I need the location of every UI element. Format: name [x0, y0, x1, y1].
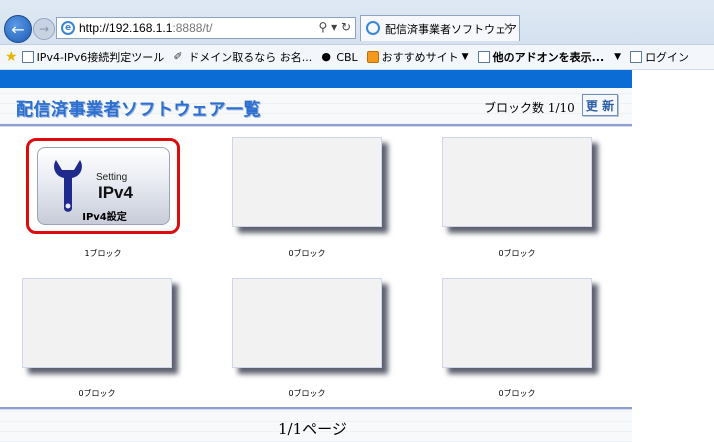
ie-icon: e: [61, 21, 75, 35]
favorites-star-icon[interactable]: ★: [5, 49, 18, 65]
pager: 1/1ページ: [0, 410, 632, 442]
tab-title: 配信済事業者ソフトウェア: [385, 23, 517, 36]
tile-label-1: 1ブロック: [84, 249, 122, 258]
top-accent-band: [0, 70, 632, 88]
page-content: 配信済事業者ソフトウェア一覧 ブロック数 1/10 更 新 Setting IP…: [0, 70, 714, 442]
empty-tile-3[interactable]: [442, 137, 592, 227]
chevron-down-icon: ▼: [614, 52, 622, 62]
tile-label-6: 0ブロック: [498, 389, 536, 398]
app-ipv4-text: IPv4: [98, 183, 133, 202]
url-text: http://192.168.1.1:8888/t/: [79, 21, 213, 35]
page-header: 配信済事業者ソフトウェア一覧 ブロック数 1/10 更 新: [0, 88, 632, 124]
header-divider: [0, 124, 632, 127]
search-refresh-controls[interactable]: ⚲ ▾ ↻: [318, 20, 351, 34]
wrench-icon: [54, 160, 82, 212]
document-icon: [630, 51, 643, 63]
app-setting-text: Setting: [96, 172, 128, 183]
cbl-icon: ●: [321, 50, 331, 63]
empty-tile-4[interactable]: [22, 278, 172, 368]
tile-label-2: 0ブロック: [288, 249, 326, 258]
favorite-ipv4-ipv6-tool[interactable]: IPv4-IPv6接続判定ツール: [21, 49, 164, 65]
tile-label-5: 0ブロック: [288, 389, 326, 398]
search-icon: ⚲: [318, 20, 328, 34]
orange-icon: [366, 51, 379, 63]
browser-chrome: ← → e http://192.168.1.1:8888/t/ ⚲ ▾ ↻ 配…: [0, 0, 714, 71]
favorite-recommended-sites[interactable]: おすすめサイト ▼: [366, 49, 469, 65]
favorite-cbl[interactable]: ● CBL: [321, 51, 357, 64]
arrow-left-icon: ←: [11, 19, 25, 39]
app-tile-image[interactable]: Setting IPv4 IPv4設定: [37, 147, 170, 225]
favorite-addons[interactable]: 他のアドオンを表示... ▼: [477, 49, 622, 65]
document-icon: [477, 51, 490, 63]
tab-ie-icon: [366, 21, 380, 35]
favorite-login[interactable]: ログイン: [630, 49, 689, 65]
favorite-onamae[interactable]: ✐ ドメイン取るなら お名...: [173, 49, 312, 65]
document-icon: [21, 51, 34, 63]
favorites-bar: ★ IPv4-IPv6接続判定ツール ✐ ドメイン取るなら お名... ● CBL …: [0, 44, 714, 69]
block-count: ブロック数 1/10: [484, 101, 575, 115]
forward-button[interactable]: →: [33, 18, 55, 40]
app-tile-ipv4-settings[interactable]: Setting IPv4 IPv4設定: [26, 138, 180, 234]
tile-label-4: 0ブロック: [78, 389, 116, 398]
arrow-right-icon: →: [38, 22, 50, 36]
tile-label-3: 0ブロック: [498, 249, 536, 258]
refresh-icon: ↻: [340, 20, 351, 34]
page-title: 配信済事業者ソフトウェア一覧: [16, 100, 261, 120]
empty-tile-2[interactable]: [232, 137, 382, 227]
onamae-icon: ✐: [173, 50, 183, 63]
chevron-down-icon: ▼: [461, 52, 469, 62]
back-button[interactable]: ←: [4, 15, 32, 43]
close-icon[interactable]: ✕: [503, 20, 513, 34]
browser-tab[interactable]: 配信済事業者ソフトウェア ✕: [360, 15, 520, 41]
page-indicator: 1/1ページ: [278, 420, 347, 438]
refresh-button[interactable]: 更 新: [582, 94, 618, 116]
empty-tile-6[interactable]: [442, 278, 592, 368]
app-name: IPv4設定: [82, 212, 127, 223]
address-bar[interactable]: e http://192.168.1.1:8888/t/ ⚲ ▾ ↻: [56, 17, 356, 39]
empty-tile-5[interactable]: [232, 278, 382, 368]
